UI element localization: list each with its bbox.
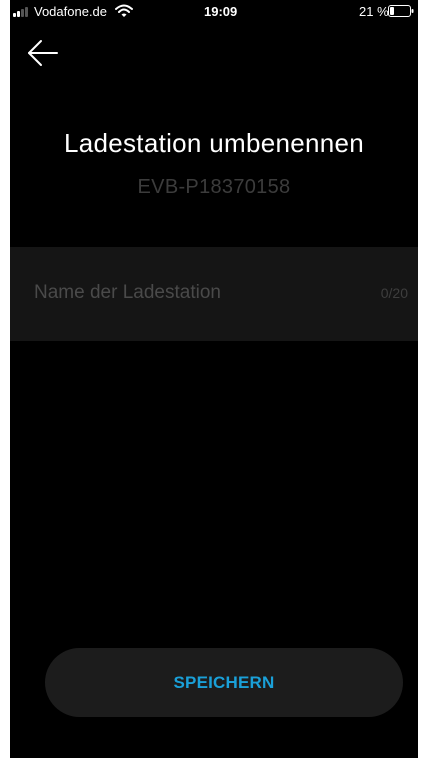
cellular-signal-icon [13, 7, 33, 17]
battery-percent: 21 % [359, 4, 389, 19]
station-name-input[interactable] [34, 277, 354, 309]
page-title: Ladestation umbenennen [63, 128, 365, 158]
wifi-icon [115, 4, 133, 17]
station-name-field[interactable]: 0/20 [10, 247, 418, 341]
rename-station-screen: Vodafone.de 19:09 21 % Ladestation umben… [10, 0, 418, 758]
battery-icon [388, 5, 414, 17]
status-bar: Vodafone.de 19:09 21 % [10, 0, 418, 24]
back-arrow-icon[interactable] [24, 36, 60, 70]
status-time: 19:09 [204, 4, 238, 19]
carrier-name: Vodafone.de [34, 4, 108, 19]
save-button[interactable]: SPEICHERN [45, 648, 403, 717]
station-id: EVB-P18370158 [137, 176, 291, 198]
character-counter: 0/20 [380, 285, 408, 301]
